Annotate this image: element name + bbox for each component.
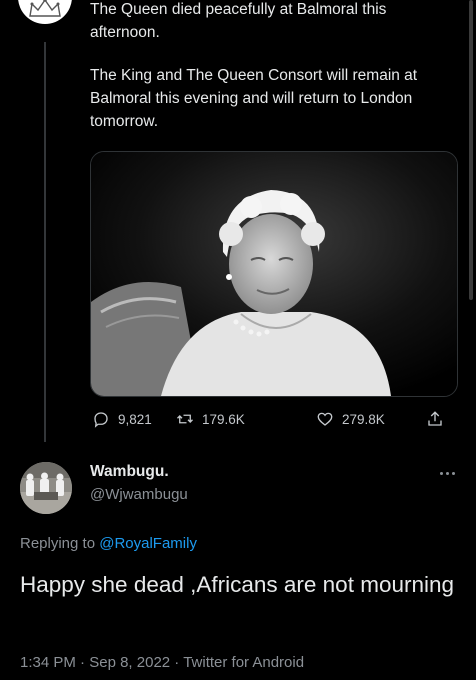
retweet-count: 179.6K	[202, 411, 245, 427]
tweet-action-bar: 9,821 179.6K 279.8K	[90, 410, 456, 432]
tweet-paragraph: The King and The Queen Consort will rema…	[90, 67, 418, 130]
share-button[interactable]	[426, 410, 444, 428]
retweet-icon	[177, 414, 193, 424]
tweet-time[interactable]: 1:34 PM	[20, 654, 76, 671]
group-photo-image	[20, 462, 72, 514]
reply-display-name[interactable]: Wambugu.	[90, 463, 169, 481]
tweet-date[interactable]: Sep 8, 2022	[89, 654, 170, 671]
tweet-source[interactable]: Twitter for Android	[183, 654, 304, 671]
replying-prefix: Replying to	[20, 535, 100, 552]
more-options-icon[interactable]	[440, 468, 460, 478]
wambugu-avatar[interactable]	[20, 462, 72, 514]
reply-icon	[94, 412, 108, 428]
tweet-photo[interactable]	[90, 151, 458, 397]
replying-to-line: Replying to @RoyalFamily	[20, 535, 197, 552]
royal-family-avatar[interactable]	[18, 0, 72, 24]
reply-handle[interactable]: @Wjwambugu	[90, 486, 188, 503]
like-icon	[317, 412, 333, 426]
mention-link[interactable]: @RoyalFamily	[99, 535, 197, 552]
tweet-paragraph: The Queen died peacefully at Balmoral th…	[90, 1, 387, 41]
reply-count: 9,821	[118, 411, 152, 427]
tweet-meta: 1:34 PM · Sep 8, 2022 · Twitter for Andr…	[20, 654, 304, 671]
retweet-button[interactable]: 179.6K	[176, 410, 245, 428]
like-button[interactable]: 279.8K	[316, 410, 385, 428]
thread-connector-line	[44, 42, 46, 442]
share-icon	[428, 411, 442, 426]
parent-tweet-text: The Queen died peacefully at Balmoral th…	[90, 0, 460, 153]
meta-separator: ·	[75, 654, 90, 671]
reply-button[interactable]: 9,821	[92, 410, 152, 428]
scrollbar[interactable]	[469, 0, 473, 300]
meta-separator: ·	[170, 654, 184, 671]
reply-tweet-text: Happy she dead ,Africans are not mournin…	[20, 572, 455, 597]
like-count: 279.8K	[342, 411, 385, 427]
queen-portrait-image	[91, 152, 457, 396]
royal-crest-icon	[29, 0, 61, 17]
